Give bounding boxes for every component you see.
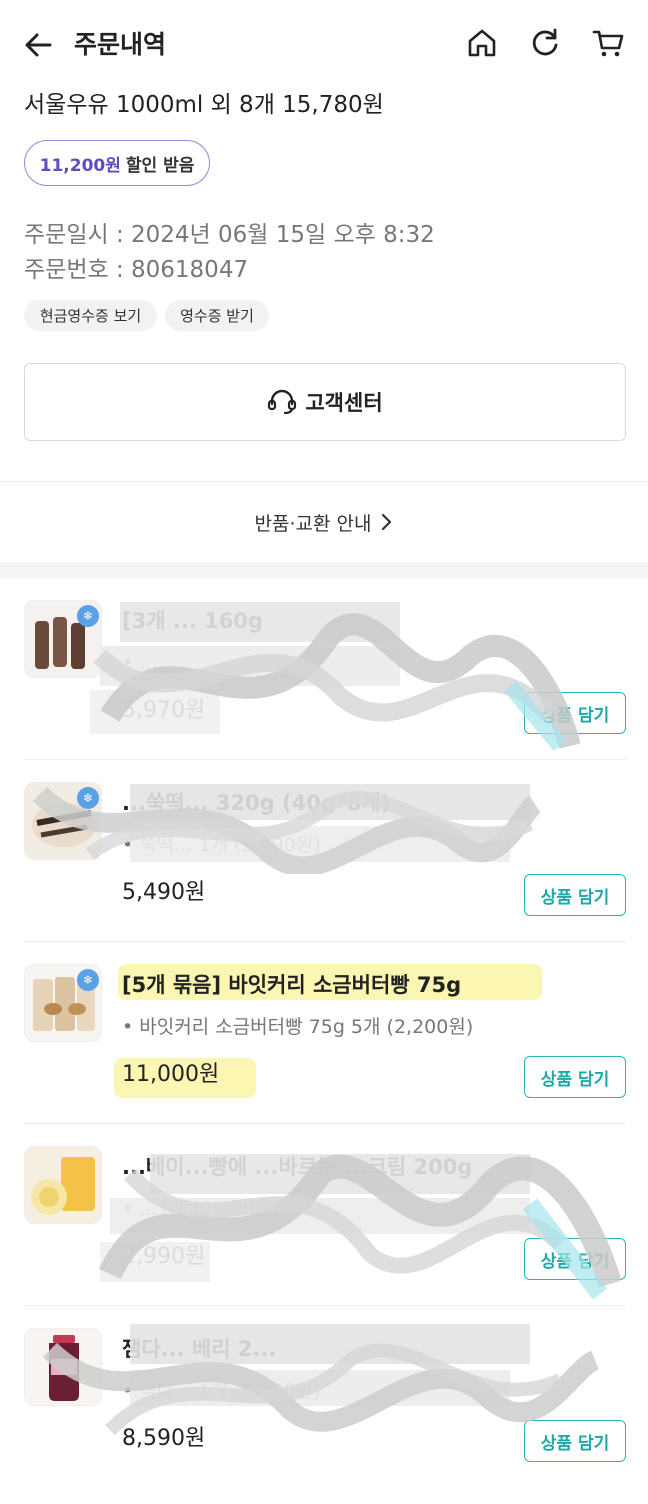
refresh-icon: [532, 28, 558, 56]
return-exchange-link[interactable]: 반품·교환 안내: [0, 482, 648, 562]
product-image: [25, 1329, 101, 1405]
return-exchange-label: 반품·교환 안내: [254, 512, 372, 535]
customer-center-label: 고객센터: [305, 391, 383, 415]
item-detail: • 바잇커리 소금버터빵 75g 5개 (2,200원): [122, 1016, 474, 1038]
item-name: [3개 ... 160g: [122, 609, 263, 633]
arrow-left-icon: [25, 33, 52, 57]
order-item: ❄ [5개 묶음] 바잇커리 소금버터빵 75g • 바잇커리 소금버터빵 75…: [0, 942, 648, 1124]
discount-amount: 11,200원: [39, 155, 121, 176]
item-name: ...쑥떡... 320g (40g*8개): [122, 791, 391, 815]
product-thumbnail[interactable]: ❄: [24, 964, 102, 1042]
frozen-icon: ❄: [77, 787, 99, 809]
discount-badge: 11,200원 할인 받음: [24, 140, 210, 186]
cart-button[interactable]: [592, 26, 626, 60]
home-button[interactable]: [465, 26, 499, 60]
customer-center-button[interactable]: 고객센터: [24, 363, 626, 441]
item-detail: • 잼다... 1개 (8,590원): [122, 1380, 321, 1402]
add-to-cart-button[interactable]: 상품 담기: [524, 874, 626, 916]
order-number-label: 주문번호 :: [24, 257, 132, 283]
product-image: [25, 1147, 101, 1223]
order-item: ...베이...빵에 ...바르는 ...크림 200g • ...1개 (2,…: [0, 1124, 648, 1306]
refresh-button[interactable]: [528, 26, 562, 60]
item-name: ...베이...빵에 ...바르는 ...크림 200g: [122, 1155, 473, 1179]
discount-text: 할인 받음: [125, 155, 195, 176]
product-thumbnail[interactable]: [24, 1328, 102, 1406]
item-price: 11,000원: [122, 1062, 220, 1087]
headset-icon: [268, 389, 297, 415]
item-name: [5개 묶음] 바잇커리 소금버터빵 75g: [122, 973, 462, 997]
cash-receipt-button[interactable]: 현금영수증 보기: [24, 300, 157, 331]
app-header: 주문내역: [0, 0, 648, 88]
item-detail: • ...: [122, 652, 158, 674]
chevron-right-icon: [382, 513, 392, 531]
item-price: 2,990원: [122, 1244, 206, 1269]
back-button[interactable]: [22, 28, 56, 62]
receipt-button[interactable]: 영수증 받기: [165, 300, 269, 331]
order-number: 주문번호 : 80618047: [24, 253, 248, 287]
add-to-cart-button[interactable]: 상품 담기: [524, 1238, 626, 1280]
order-item: ❄ [3개 ... 160g • ... 5,970원 상품 담기: [0, 578, 648, 760]
order-summary-title: 서울우유 1000ml 외 8개 15,780원: [24, 92, 384, 118]
order-item: 잼다... 베리 2... • 잼다... 1개 (8,590원) 8,590원…: [0, 1306, 648, 1488]
order-number-value: 80618047: [131, 257, 249, 283]
item-name: 잼다... 베리 2...: [122, 1337, 277, 1361]
page-title: 주문내역: [74, 30, 167, 59]
order-date-label: 주문일시 :: [24, 222, 132, 248]
order-date-value: 2024년 06월 15일 오후 8:32: [131, 222, 435, 248]
section-divider: [0, 562, 648, 578]
item-detail: • ...1개 (2,990원): [122, 1198, 280, 1220]
add-to-cart-button[interactable]: 상품 담기: [524, 692, 626, 734]
item-detail: • 쑥떡... 1개 (5,490원): [122, 834, 321, 856]
frozen-icon: ❄: [77, 605, 99, 627]
cart-icon: [592, 30, 624, 57]
product-thumbnail[interactable]: ❄: [24, 600, 102, 678]
item-price: 8,590원: [122, 1426, 206, 1451]
item-price: 5,490원: [122, 880, 206, 905]
home-icon: [468, 29, 496, 57]
add-to-cart-button[interactable]: 상품 담기: [524, 1420, 626, 1462]
order-date: 주문일시 : 2024년 06월 15일 오후 8:32: [24, 218, 435, 252]
item-price: 5,970원: [122, 698, 206, 723]
product-thumbnail[interactable]: ❄: [24, 782, 102, 860]
frozen-icon: ❄: [77, 969, 99, 991]
order-item: ❄ ...쑥떡... 320g (40g*8개) • 쑥떡... 1개 (5,4…: [0, 760, 648, 942]
add-to-cart-button[interactable]: 상품 담기: [524, 1056, 626, 1098]
product-thumbnail[interactable]: [24, 1146, 102, 1224]
